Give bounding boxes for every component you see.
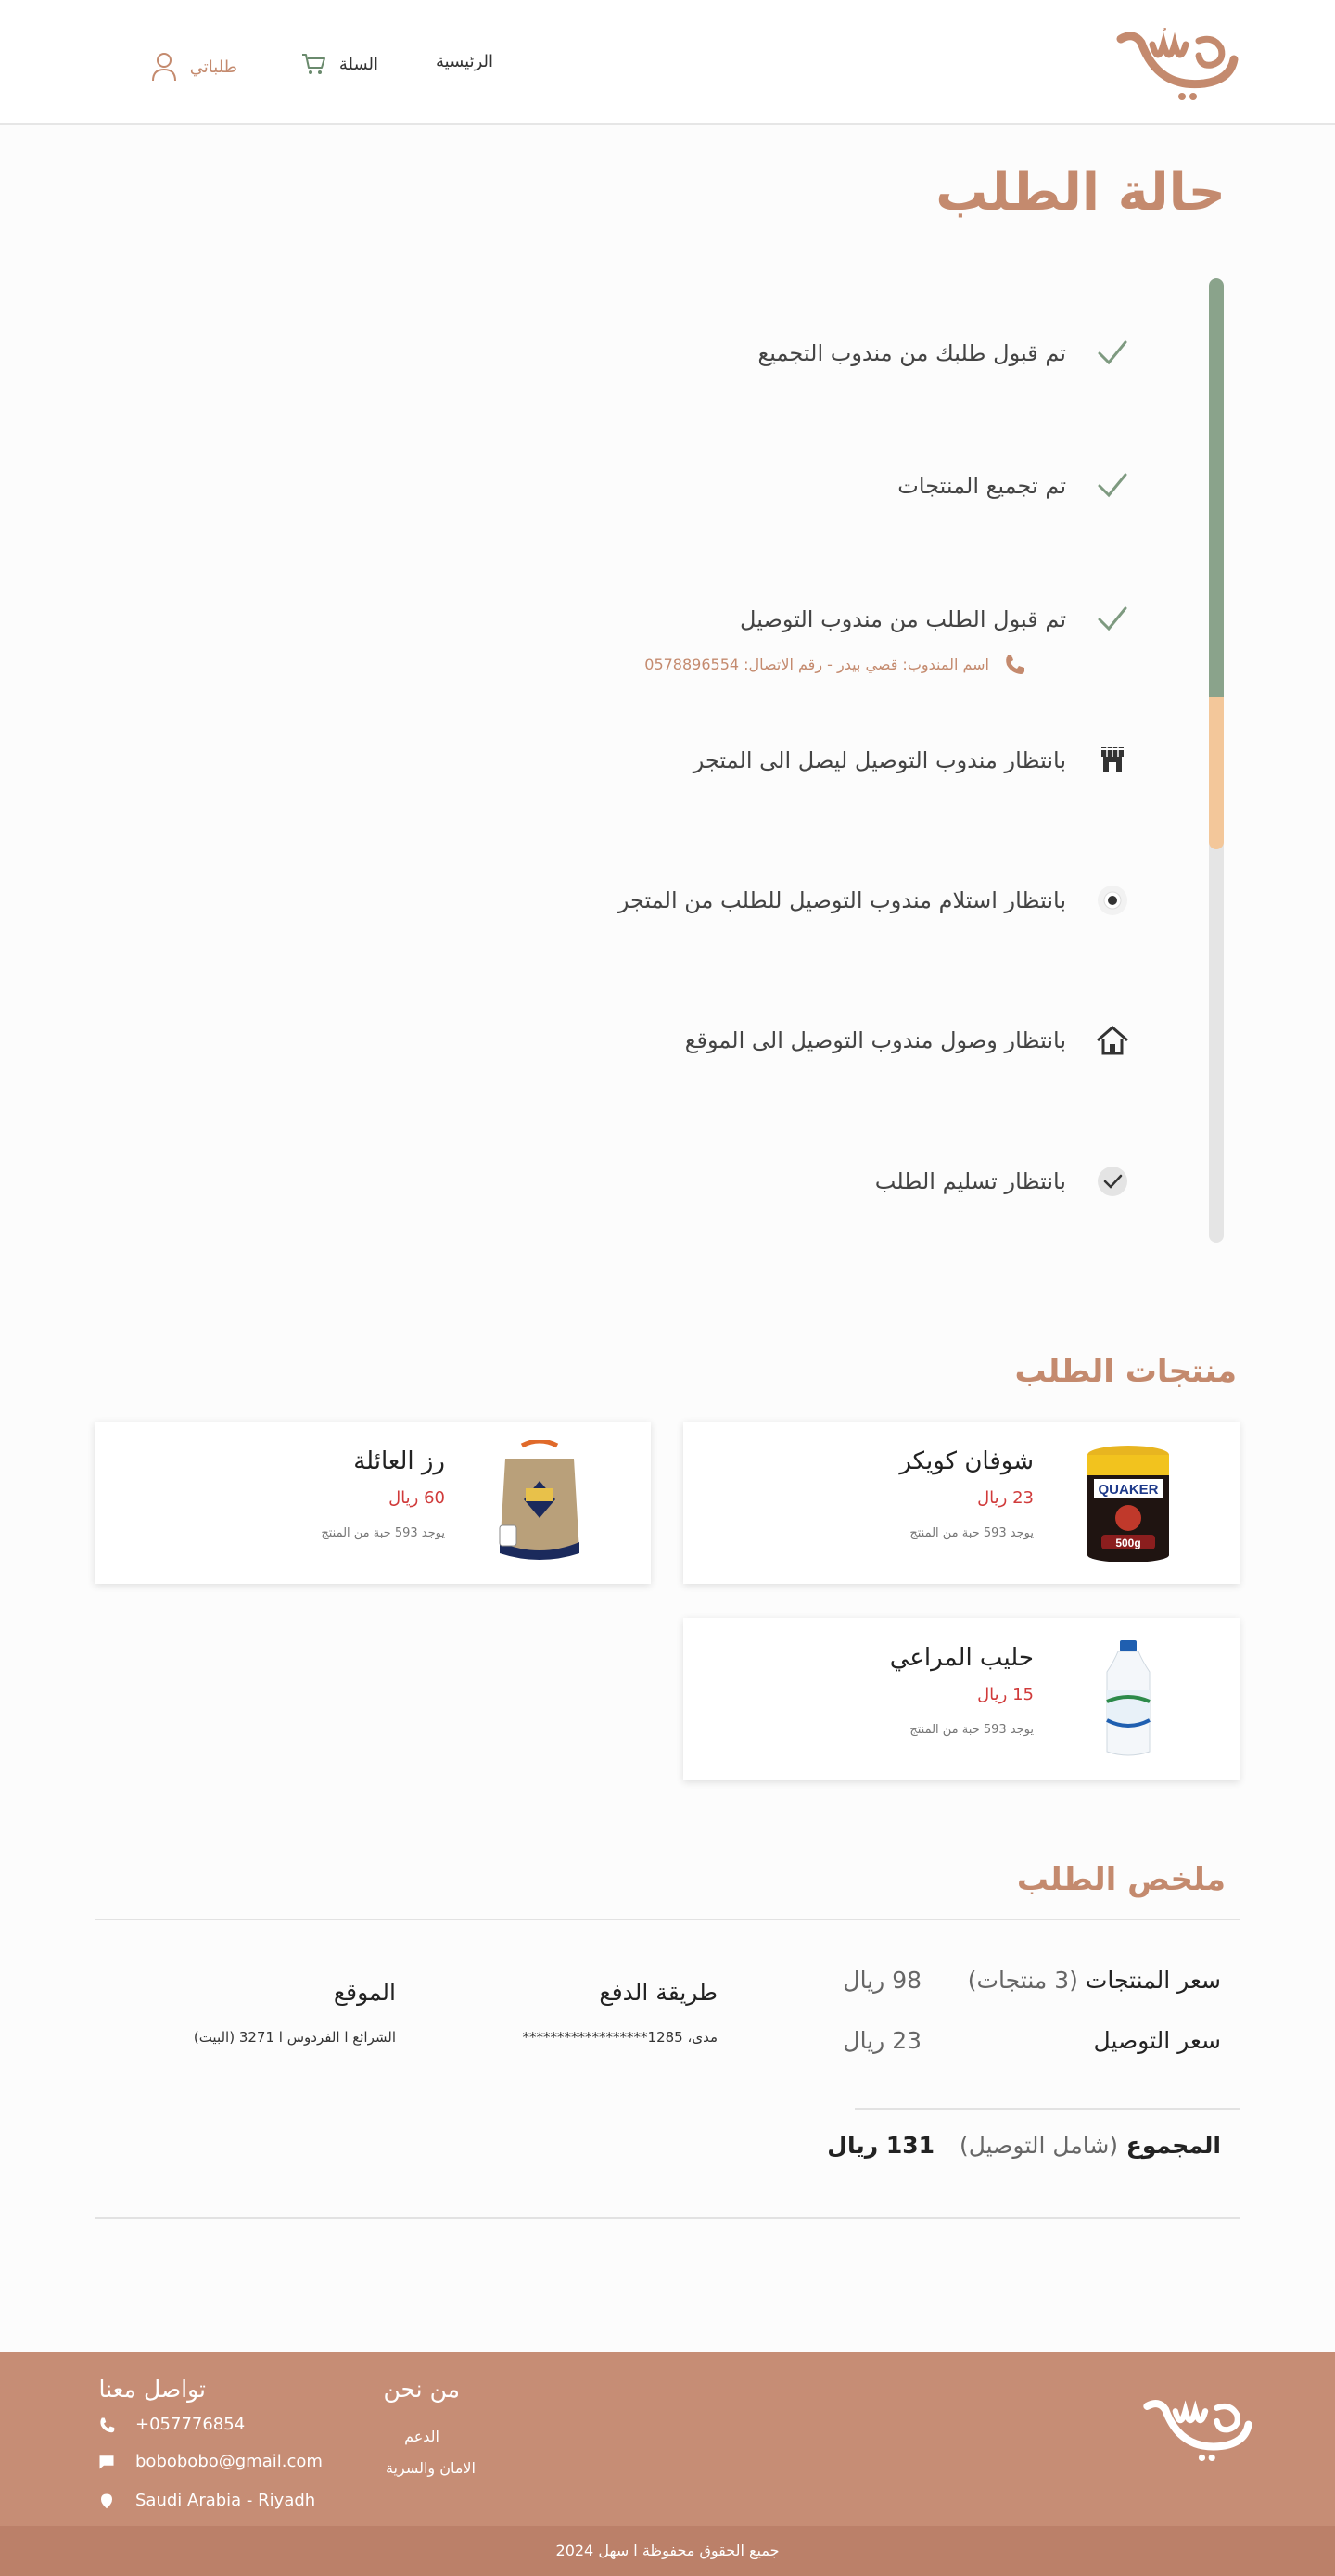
status-step-label: تم قبول طلبك من مندوب التجميع (757, 340, 1066, 366)
product-name: شوفان كويكر (899, 1447, 1034, 1475)
footer-phone-text: +057776854 (135, 2415, 246, 2434)
cart-icon (301, 54, 325, 74)
status-step-label: بانتظار تسليم الطلب (874, 1168, 1066, 1194)
status-step-label: تم تجميع المنتجات (897, 473, 1066, 499)
check-icon (1094, 335, 1131, 372)
delivery-price-label: سعر التوصيل (1093, 2027, 1221, 2054)
footer-support-link[interactable]: الدعم (404, 2428, 439, 2445)
delivery-price-value: 23 ريال (843, 2027, 922, 2054)
location-label: الموقع (333, 1979, 396, 2006)
products-price-label: سعر المنتجات (3 منتجات) (968, 1967, 1221, 1994)
footer-email[interactable]: bobobobo@gmail.com (98, 2452, 323, 2471)
footer-copyright: جميع الحقوق محفوظة ا سهل 2024 (0, 2526, 1335, 2576)
footer-address-text: Saudi Arabia - Riyadh (135, 2491, 316, 2510)
check-icon (1094, 601, 1131, 638)
status-step-label: تم قبول الطلب من مندوب التوصيل (740, 606, 1066, 632)
footer-logo[interactable] (1142, 2393, 1253, 2466)
product-image-quaker: QUAKER 500g (1077, 1440, 1179, 1565)
pickup-icon (1094, 882, 1131, 919)
footer-email-text: bobobobo@gmail.com (135, 2452, 323, 2471)
footer-logo-smile-icon (1143, 2400, 1252, 2462)
total-label: المجموع (شامل التوصيل) (960, 2132, 1221, 2159)
nav-home-label: الرئيسية (436, 52, 493, 71)
footer-about-title: من نحن (383, 2376, 461, 2403)
location-value: الشرائع ا الفردوس ا 3271 (البيت) (193, 2029, 396, 2046)
nav-orders-label: طلباتي (189, 57, 237, 77)
footer-phone[interactable]: +057776854 (98, 2415, 245, 2434)
total-value: 131 ريال (827, 2132, 934, 2159)
products-price-label-text: سعر المنتجات (1085, 1967, 1221, 1994)
footer-contact-title: تواصل معنا (98, 2376, 206, 2403)
product-price: 23 ريال (977, 1488, 1034, 1508)
status-step: تم تجميع المنتجات (897, 464, 1131, 508)
product-name: حليب المراعي (889, 1644, 1034, 1672)
product-image-rice (489, 1438, 591, 1565)
message-icon (99, 2455, 114, 2468)
delivery-agent-text: اسم المندوب: قصي بيدر - رقم الاتصال: 057… (644, 655, 989, 673)
page-title: حالة الطلب (935, 162, 1226, 223)
progress-done-segment (1209, 278, 1224, 697)
nav-home-link[interactable]: الرئيسية (436, 52, 493, 71)
total-divider (855, 2108, 1240, 2110)
store-icon (1094, 742, 1131, 779)
location-pin-icon (101, 2493, 112, 2508)
progress-current-segment (1209, 697, 1224, 849)
nav-cart-link[interactable]: السلة (300, 52, 378, 76)
product-stock: يوجد 593 حبة من المنتج (321, 1526, 445, 1540)
nav-cart-label: السلة (338, 54, 378, 74)
payment-method-label: طريقة الدفع (599, 1979, 718, 2006)
divider (95, 1919, 1240, 1920)
status-step: تم قبول الطلب من مندوب التوصيل (740, 597, 1131, 642)
products-section-title: منتجات الطلب (1014, 1353, 1238, 1390)
product-card[interactable]: حليب المراعي 15 ريال يوجد 593 حبة من الم… (683, 1618, 1240, 1780)
site-footer: من نحن الدعم الامان والسرية تواصل معنا +… (0, 2352, 1335, 2576)
user-icon (151, 53, 176, 82)
home-icon (1094, 1022, 1131, 1059)
main-nav: الرئيسية السلة طلباتي (0, 0, 1335, 125)
summary-section-title: ملخص الطلب (1016, 1861, 1226, 1898)
status-step: بانتظار استلام مندوب التوصيل للطلب من ال… (618, 878, 1131, 923)
products-count: (3 منتجات) (967, 1967, 1078, 1994)
status-step-label: بانتظار مندوب التوصيل ليصل الى المتجر (693, 747, 1066, 773)
divider (95, 2217, 1240, 2219)
phone-icon (100, 2417, 115, 2432)
product-card[interactable]: رز العائلة 60 ريال يوجد 593 حبة من المنت… (95, 1422, 651, 1584)
status-step: بانتظار مندوب التوصيل ليصل الى المتجر (693, 738, 1131, 783)
site-header: ٌّ الرئيسية السلة طلباتي (0, 0, 1335, 125)
product-image-milk (1077, 1637, 1179, 1762)
svg-text:500g: 500g (1115, 1537, 1140, 1549)
delivery-agent-info: اسم المندوب: قصي بيدر - رقم الاتصال: 057… (644, 652, 1026, 676)
order-progress-bar (1209, 278, 1224, 1243)
status-step-label: بانتظار وصول مندوب التوصيل الى الموقع (684, 1027, 1066, 1053)
check-icon (1094, 467, 1131, 504)
status-step: بانتظار وصول مندوب التوصيل الى الموقع (685, 1018, 1131, 1063)
product-stock: يوجد 593 حبة من المنتج (909, 1723, 1034, 1737)
total-sub: (شامل التوصيل) (959, 2132, 1119, 2159)
footer-privacy-link[interactable]: الامان والسرية (386, 2459, 476, 2477)
product-price: 60 ريال (388, 1488, 445, 1508)
product-stock: يوجد 593 حبة من المنتج (909, 1526, 1034, 1540)
nav-orders-link[interactable]: طلباتي (151, 52, 237, 82)
delivered-check-icon (1094, 1163, 1131, 1200)
product-price: 15 ريال (977, 1685, 1034, 1704)
product-name: رز العائلة (353, 1447, 445, 1475)
status-step: تم قبول طلبك من مندوب التجميع (758, 331, 1131, 376)
product-card[interactable]: QUAKER 500g شوفان كويكر 23 ريال يوجد 593… (683, 1422, 1240, 1584)
phone-icon[interactable] (1002, 652, 1026, 676)
status-step: بانتظار تسليم الطلب (875, 1159, 1131, 1204)
svg-text:QUAKER: QUAKER (1098, 1482, 1158, 1498)
footer-address: Saudi Arabia - Riyadh (98, 2491, 315, 2510)
status-step-label: بانتظار استلام مندوب التوصيل للطلب من ال… (617, 887, 1066, 913)
products-price-value: 98 ريال (843, 1967, 922, 1994)
total-label-text: المجموع (1125, 2132, 1221, 2159)
payment-method-value: مدى، 1285****************** (522, 2029, 718, 2046)
